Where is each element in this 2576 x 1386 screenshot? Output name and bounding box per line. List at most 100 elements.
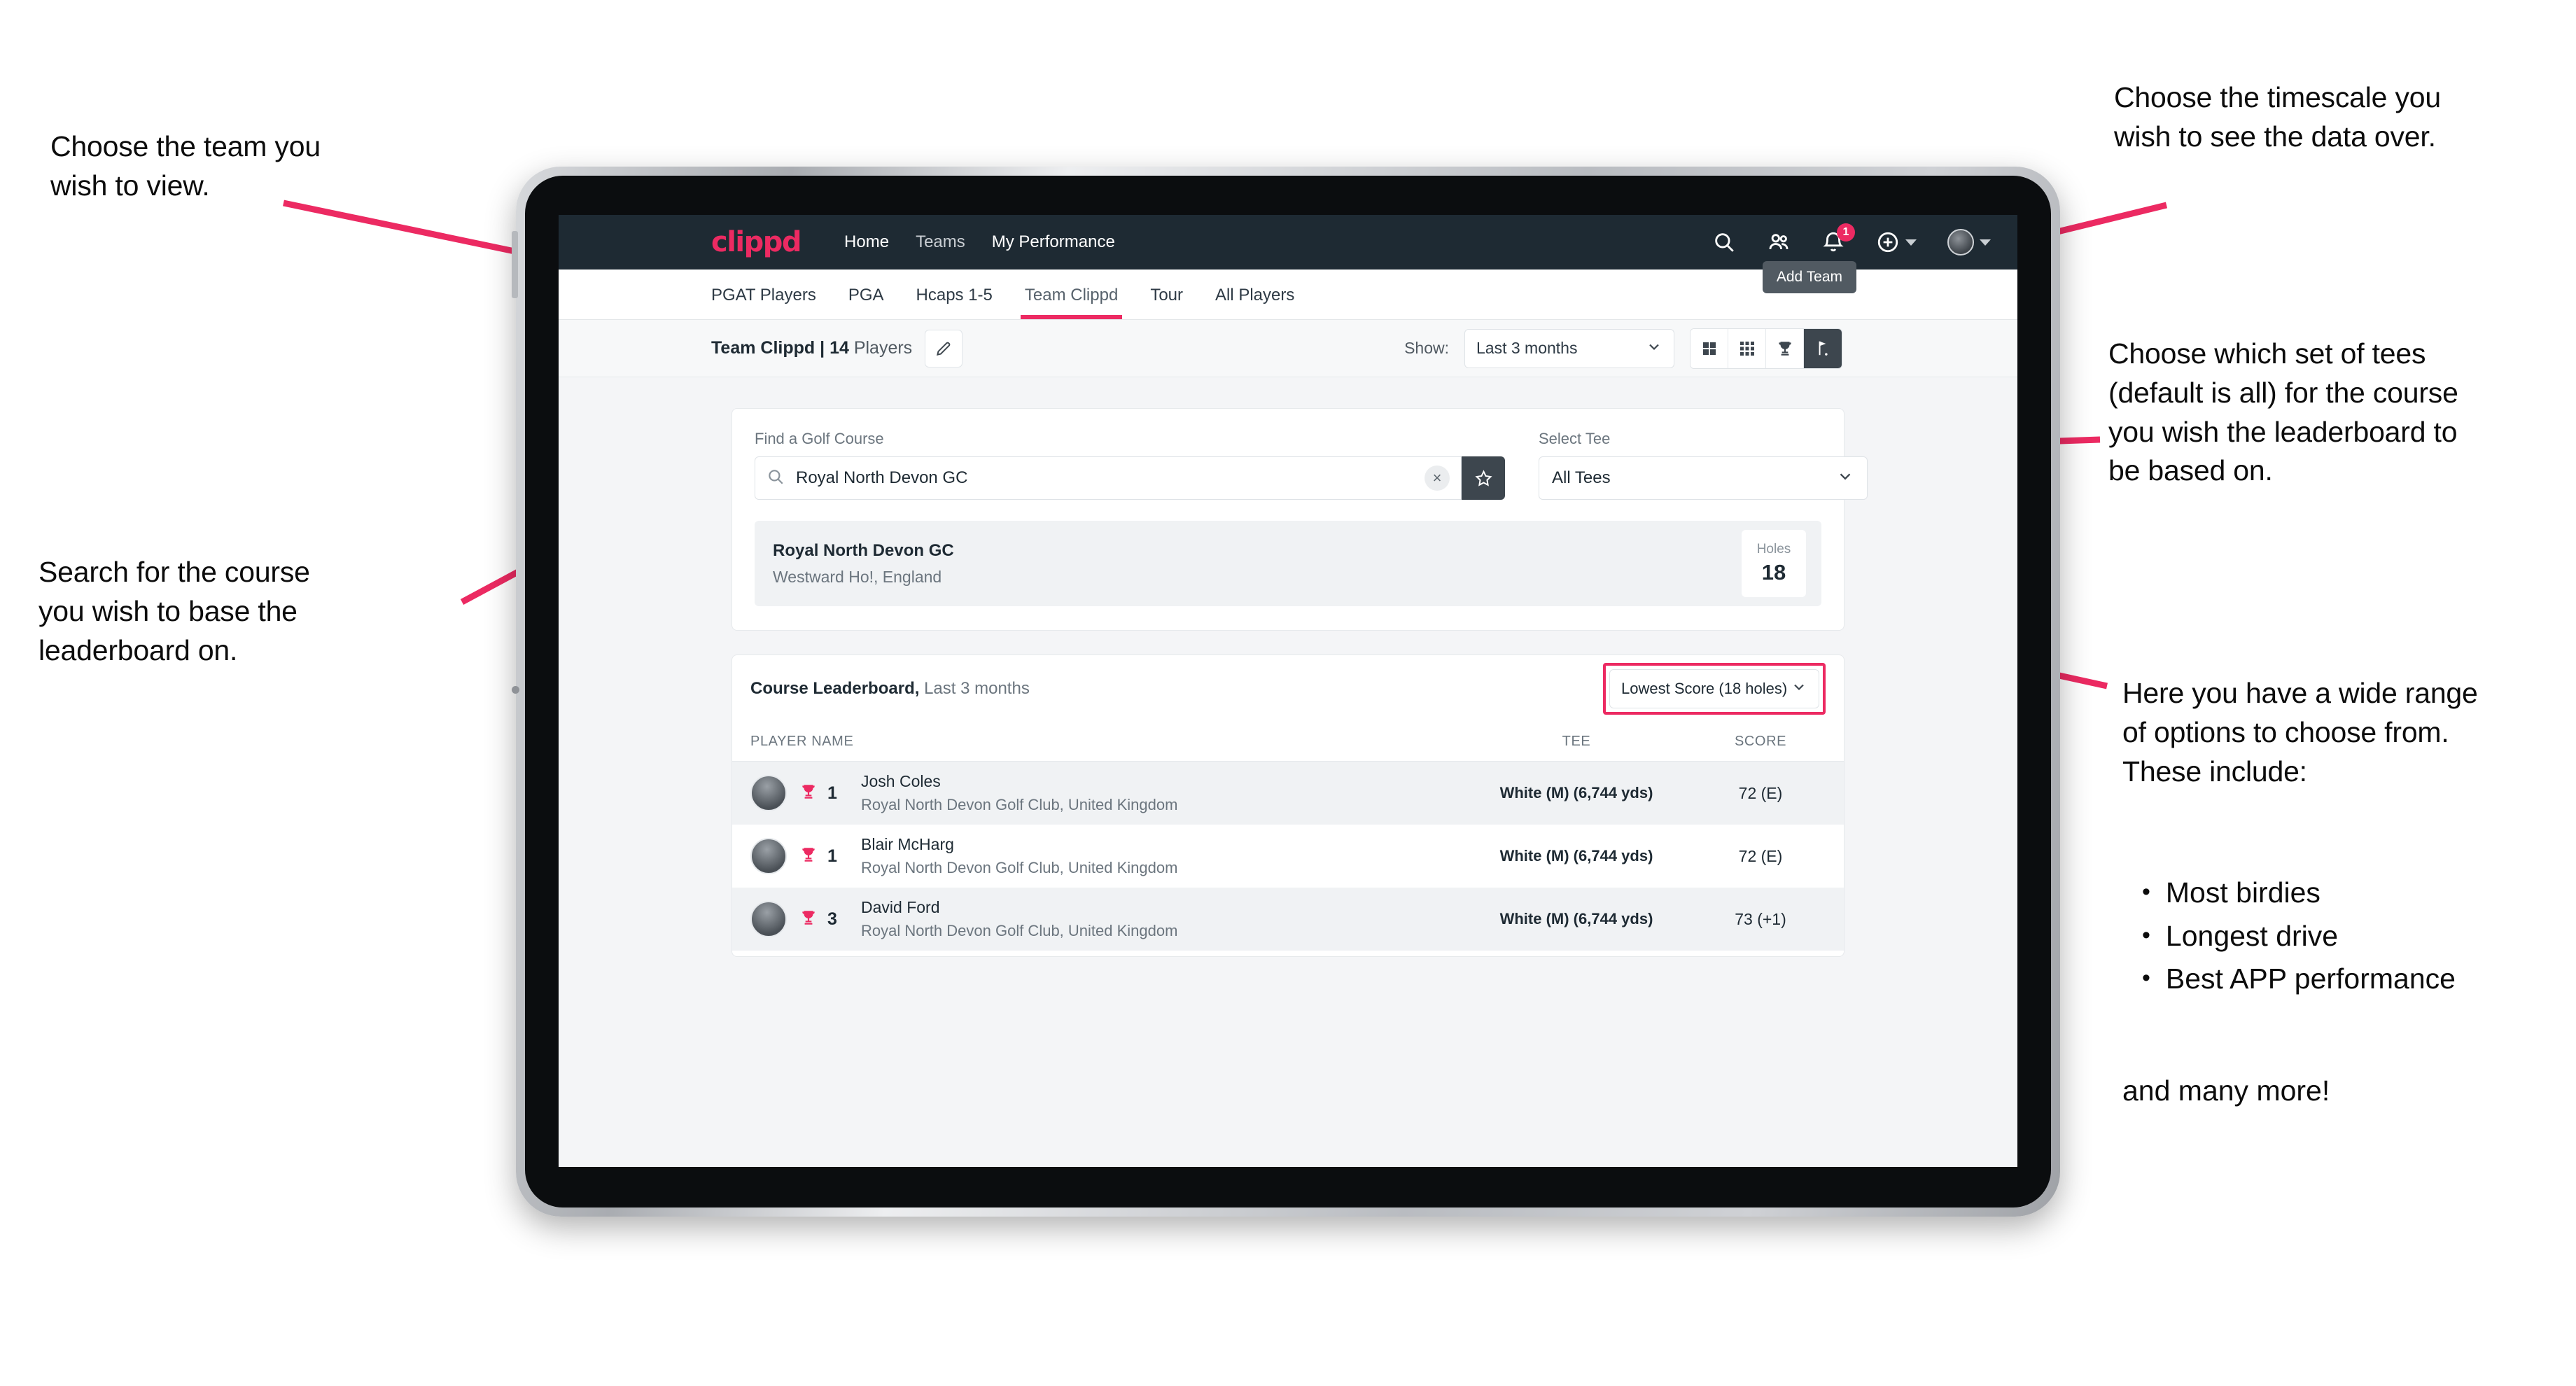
people-icon[interactable] bbox=[1767, 230, 1791, 254]
rank-value: 1 bbox=[827, 783, 837, 803]
team-summary: Team Clippd | 14 Players bbox=[711, 338, 912, 358]
table-row[interactable]: 1 Blair McHarg Royal North Devon Golf Cl… bbox=[732, 825, 1844, 888]
rank-value: 1 bbox=[827, 846, 837, 866]
screenshot-canvas: Choose the team you wish to view. Search… bbox=[0, 0, 2576, 1386]
profile-menu[interactable] bbox=[1947, 229, 1991, 255]
list-item: • Best APP performance bbox=[2142, 958, 2576, 1001]
score-value: 72 (E) bbox=[1738, 783, 1783, 802]
add-icon[interactable] bbox=[1876, 230, 1900, 254]
holes-label: Holes bbox=[1756, 542, 1791, 556]
avatar bbox=[750, 901, 787, 937]
chevron-down-icon bbox=[1791, 678, 1807, 699]
metric-select[interactable]: Lowest Score (18 holes) bbox=[1609, 669, 1819, 708]
view-toggle-grid-2x2[interactable] bbox=[1690, 328, 1728, 368]
course-result-text: Royal North Devon GC Westward Ho!, Engla… bbox=[773, 541, 954, 587]
edit-team-button[interactable] bbox=[925, 329, 963, 368]
notifications-icon[interactable]: 1 bbox=[1821, 223, 1855, 254]
tee-value: White (M) (6,744 yds) bbox=[1499, 847, 1653, 864]
primary-nav: Home Teams My Performance bbox=[844, 232, 1115, 252]
avatar[interactable] bbox=[1947, 229, 1974, 255]
option-label: Longest drive bbox=[2165, 919, 2339, 952]
table-row[interactable]: 3 David Ford Royal North Devon Golf Club… bbox=[732, 888, 1844, 951]
leaderboard-header: Course Leaderboard, Last 3 months Lowest… bbox=[732, 655, 1844, 722]
chevron-down-icon bbox=[1905, 239, 1917, 246]
bullet-icon: • bbox=[2142, 965, 2150, 991]
chevron-down-icon bbox=[1646, 338, 1662, 359]
trophy-icon bbox=[799, 846, 818, 867]
clear-icon[interactable]: × bbox=[1424, 465, 1450, 491]
trophy-icon bbox=[799, 783, 818, 804]
avatar bbox=[750, 838, 787, 874]
clippd-logo[interactable]: clippd bbox=[711, 226, 802, 258]
player-info: Josh Coles Royal North Devon Golf Club, … bbox=[861, 772, 1177, 814]
navbar-actions: 1 bbox=[1712, 223, 1991, 255]
holes-value: 18 bbox=[1761, 560, 1786, 584]
player-info: Blair McHarg Royal North Devon Golf Club… bbox=[861, 835, 1177, 877]
tab-hcaps-1-5[interactable]: Hcaps 1-5 bbox=[916, 270, 993, 319]
course-result-location: Westward Ho!, England bbox=[773, 567, 942, 586]
tee-value: White (M) (6,744 yds) bbox=[1499, 784, 1653, 802]
player-cell: 1 Josh Coles Royal North Devon Golf Club… bbox=[750, 772, 1457, 814]
tablet-bezel: clippd Home Teams My Performance 1 PGAT … bbox=[525, 176, 2051, 1208]
option-label: Best APP performance bbox=[2165, 962, 2456, 995]
select-tee-dropdown[interactable]: All Tees bbox=[1539, 456, 1868, 500]
tab-team-clippd[interactable]: Team Clippd bbox=[1020, 270, 1123, 319]
timescale-select[interactable]: Last 3 months bbox=[1464, 328, 1674, 368]
course-result-row[interactable]: Royal North Devon GC Westward Ho!, Engla… bbox=[755, 521, 1821, 606]
player-info: David Ford Royal North Devon Golf Club, … bbox=[861, 898, 1177, 940]
chevron-down-icon bbox=[1836, 467, 1854, 490]
nav-link-teams[interactable]: Teams bbox=[916, 232, 965, 252]
leaderboard-title-sub: Last 3 months bbox=[919, 679, 1030, 698]
player-cell: 1 Blair McHarg Royal North Devon Golf Cl… bbox=[750, 835, 1457, 877]
leaderboard-column-headers: PLAYER NAME TEE SCORE bbox=[732, 722, 1844, 762]
annotation-options-intro: Here you have a wide range of options to… bbox=[2122, 677, 2478, 788]
player-club: Royal North Devon Golf Club, United King… bbox=[861, 859, 1178, 876]
tab-all-players[interactable]: All Players bbox=[1215, 270, 1294, 319]
player-name: Josh Coles bbox=[861, 772, 941, 790]
search-icon bbox=[766, 468, 785, 489]
course-search-row: Find a Golf Course Royal North Devon GC … bbox=[755, 430, 1868, 500]
score-value: 73 (+1) bbox=[1735, 909, 1786, 928]
team-tabs: PGAT Players PGA Hcaps 1-5 Team Clippd T… bbox=[559, 261, 2017, 320]
add-team-tooltip: Add Team bbox=[1762, 261, 1856, 293]
search-icon[interactable] bbox=[1712, 230, 1736, 254]
list-item: • Longest drive bbox=[2142, 915, 2576, 958]
view-toggle-trophy[interactable] bbox=[1766, 328, 1804, 368]
view-toggle-golf-flag[interactable] bbox=[1804, 328, 1842, 368]
course-search-label: Find a Golf Course bbox=[755, 430, 884, 447]
rank-group: 3 bbox=[799, 909, 861, 930]
annotation-choose-tees: Choose which set of tees (default is all… bbox=[2108, 337, 2458, 487]
team-separator: | bbox=[815, 338, 830, 358]
add-menu[interactable] bbox=[1876, 230, 1917, 254]
course-search-input[interactable]: Royal North Devon GC × bbox=[755, 456, 1462, 500]
course-result-name: Royal North Devon GC bbox=[773, 540, 954, 560]
select-tee-field: Select Tee All Tees bbox=[1539, 430, 1868, 500]
tab-pgat-players[interactable]: PGAT Players bbox=[711, 270, 816, 319]
select-tee-value: All Tees bbox=[1552, 468, 1611, 487]
player-cell: 3 David Ford Royal North Devon Golf Club… bbox=[750, 898, 1457, 940]
annotation-choose-team: Choose the team you wish to view. bbox=[50, 130, 321, 202]
bullet-icon: • bbox=[2142, 921, 2150, 948]
leaderboard-card: Course Leaderboard, Last 3 months Lowest… bbox=[732, 654, 1844, 957]
tablet-device: clippd Home Teams My Performance 1 PGAT … bbox=[516, 167, 2060, 1217]
favourite-button[interactable] bbox=[1462, 456, 1505, 500]
tab-pga[interactable]: PGA bbox=[848, 270, 884, 319]
view-toggle-group bbox=[1690, 328, 1842, 369]
view-toggle-grid-3x3[interactable] bbox=[1728, 328, 1766, 368]
course-search-field: Find a Golf Course Royal North Devon GC … bbox=[755, 430, 1505, 500]
side-sensor bbox=[512, 686, 519, 694]
players-word: Players bbox=[848, 338, 913, 358]
show-label: Show: bbox=[1404, 339, 1449, 357]
nav-link-my-performance[interactable]: My Performance bbox=[992, 232, 1115, 252]
player-club: Royal North Devon Golf Club, United King… bbox=[861, 922, 1178, 939]
tab-tour[interactable]: Tour bbox=[1150, 270, 1183, 319]
tablet-screen: clippd Home Teams My Performance 1 PGAT … bbox=[559, 215, 2017, 1167]
nav-link-home[interactable]: Home bbox=[844, 232, 889, 252]
table-row[interactable]: 1 Josh Coles Royal North Devon Golf Club… bbox=[732, 762, 1844, 825]
metric-highlight: Lowest Score (18 holes) bbox=[1603, 663, 1826, 715]
rank-group: 1 bbox=[799, 846, 861, 867]
holes-badge: Holes 18 bbox=[1742, 530, 1806, 597]
metric-value: Lowest Score (18 holes) bbox=[1621, 680, 1788, 697]
select-tee-label: Select Tee bbox=[1539, 430, 1611, 447]
column-player-name: PLAYER NAME bbox=[750, 734, 854, 749]
